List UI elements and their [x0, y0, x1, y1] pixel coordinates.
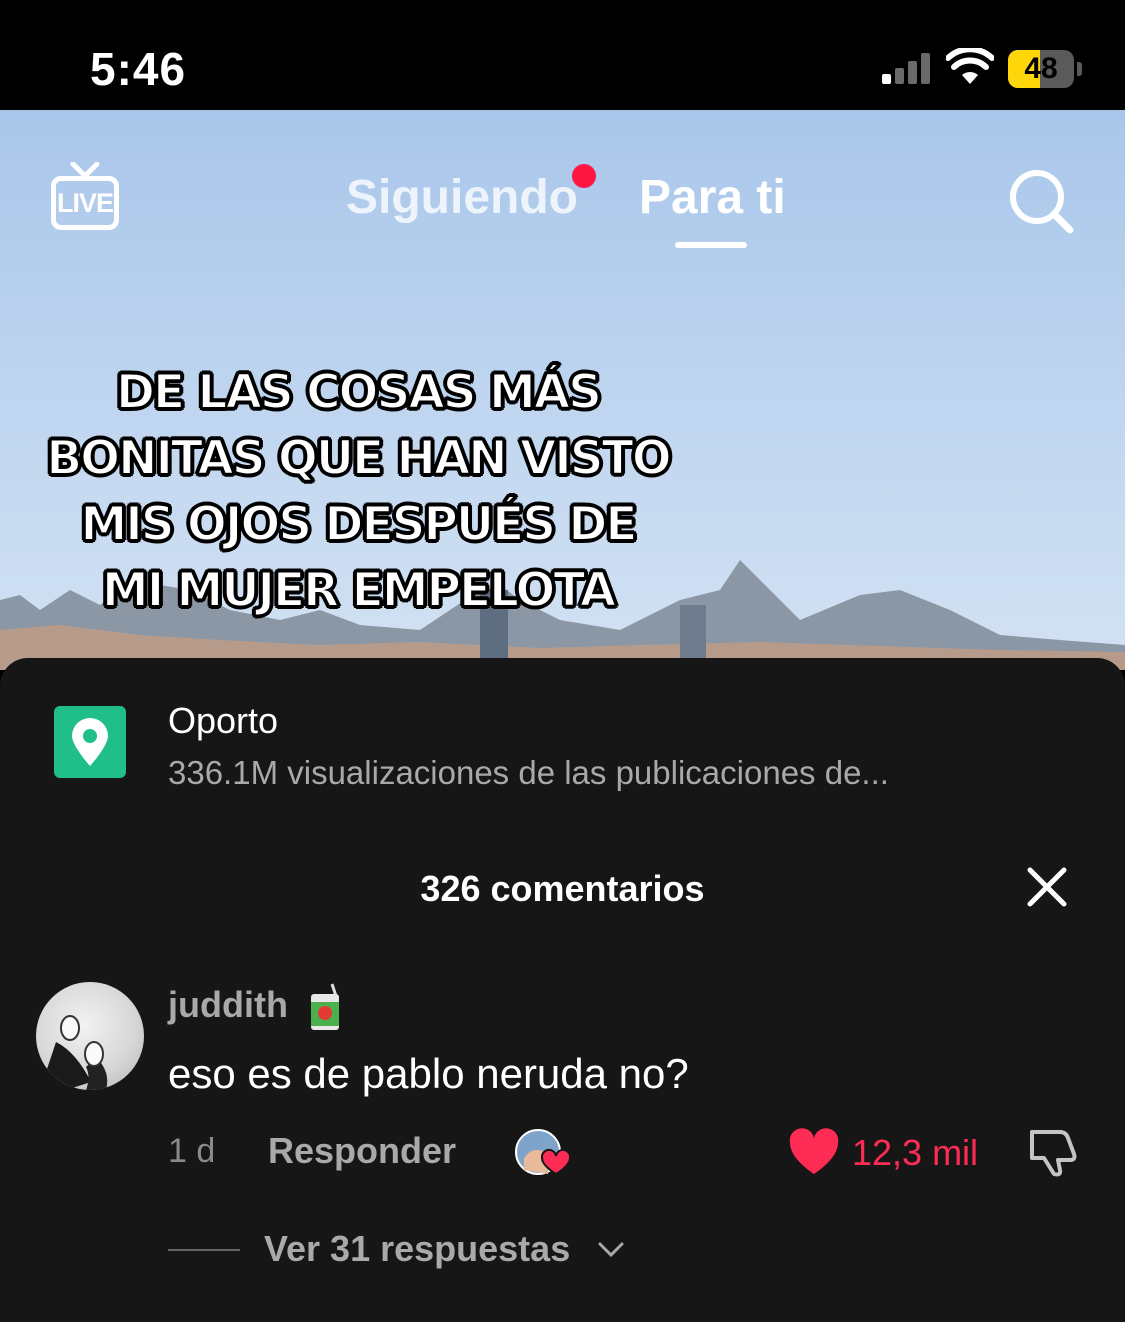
location-title[interactable]: Oporto	[168, 700, 278, 742]
caption-line: MIS OJOS DESPUÉS DE	[79, 496, 638, 553]
avatar-photo	[46, 1015, 108, 1090]
comments-sheet: Oporto 336.1M visualizaciones de las pub…	[0, 658, 1125, 1322]
battery-tip	[1077, 62, 1082, 76]
caption-line: BONITAS QUE HAN VISTO	[45, 430, 672, 487]
video-caption: DE LAS COSAS MÁS BONITAS QUE HAN VISTO M…	[18, 360, 698, 624]
comment-timestamp: 1 d	[168, 1132, 216, 1170]
comments-count-title: 326 comentarios	[420, 868, 705, 909]
caption-line: MI MUJER EMPELOTA	[101, 562, 617, 619]
heart-icon[interactable]	[788, 1128, 840, 1176]
creator-liked-icon	[515, 1129, 572, 1176]
caption-line: DE LAS COSAS MÁS	[115, 364, 603, 421]
tab-siguiendo[interactable]: Siguiendo	[346, 170, 578, 225]
thumbs-down-icon[interactable]	[1026, 1126, 1080, 1178]
avatar[interactable]	[36, 982, 144, 1090]
juice-box-icon	[311, 983, 339, 1030]
comment-text: eso es de pablo neruda no?	[168, 1050, 689, 1097]
active-tab-indicator	[675, 242, 747, 248]
replies-divider	[168, 1249, 240, 1251]
status-time: 5:46	[90, 43, 187, 95]
tab-para-ti[interactable]: Para ti	[639, 170, 786, 225]
pin-glyph-icon	[72, 718, 108, 766]
location-subtitle: 336.1M visualizaciones de las publicacio…	[168, 754, 889, 791]
location-pin-icon[interactable]	[54, 706, 126, 778]
notification-dot	[572, 164, 596, 188]
live-label: LIVE	[56, 188, 114, 218]
wifi-icon	[946, 48, 994, 84]
chevron-down-icon[interactable]	[598, 1242, 624, 1258]
comment-username[interactable]: juddith	[168, 984, 288, 1026]
search-icon[interactable]	[1006, 166, 1076, 236]
reply-button[interactable]: Responder	[268, 1130, 456, 1172]
live-button[interactable]: LIVE	[48, 162, 122, 234]
status-bar: 5:46 48	[0, 0, 1125, 110]
like-count: 12,3 mil	[852, 1132, 979, 1173]
battery-percentage: 48	[1024, 52, 1058, 85]
view-replies-button[interactable]: Ver 31 respuestas	[264, 1228, 570, 1270]
battery-icon: 48	[1008, 50, 1074, 88]
close-icon[interactable]	[1024, 864, 1070, 910]
video-player[interactable]: LIVE Siguiendo Para ti DE LAS COSAS MÁS …	[0, 110, 1125, 670]
cellular-signal-icon	[882, 52, 934, 84]
